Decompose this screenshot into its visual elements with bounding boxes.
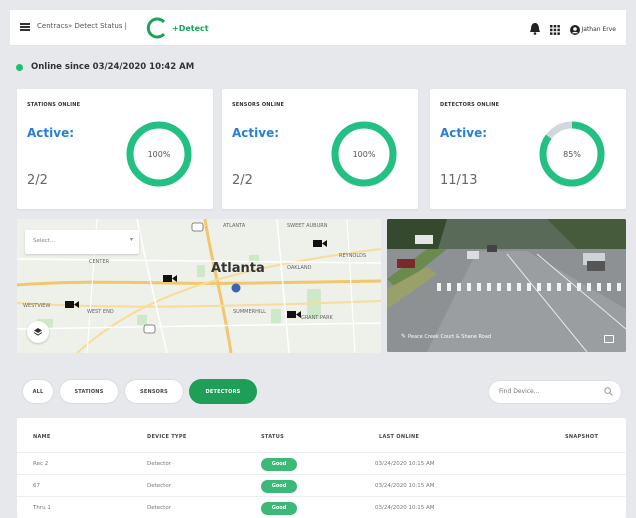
card-title: STATIONS ONLINE (27, 102, 81, 108)
camera-caption: ✎ Peace Creek Court & Shane Road (401, 333, 491, 340)
column-header-name[interactable]: NAME (33, 434, 51, 440)
search-icon[interactable] (604, 387, 613, 396)
online-status: Online since 03/24/2020 10:42 AM (16, 62, 194, 72)
row-name: Thru 1 (33, 505, 51, 511)
column-header-last-online[interactable]: LAST ONLINE (379, 434, 419, 440)
apps-grid-icon[interactable] (549, 20, 560, 39)
row-type: Detector (147, 483, 171, 489)
map-filter-select[interactable]: Select... ▾ (25, 230, 139, 254)
breadcrumb[interactable]: Centracs» Detect Status | (37, 22, 127, 30)
table-row[interactable]: Thru 1 Detector Good 03/24/2020 10:15 AM (17, 496, 626, 518)
layers-icon (33, 328, 43, 336)
camera-icon: ✎ (401, 333, 407, 340)
detectors-online-card: DETECTORS ONLINE Active: 11/13 85% (430, 89, 626, 209)
search-input[interactable] (499, 388, 599, 395)
device-search[interactable] (488, 380, 622, 404)
logo-icon (146, 17, 166, 39)
card-title: SENSORS ONLINE (232, 102, 285, 108)
map-layers-button[interactable] (27, 321, 49, 343)
table-row[interactable]: Rec 2 Detector Good 03/24/2020 10:15 AM (17, 452, 626, 474)
camera-caption-text: Peace Creek Court & Shane Road (408, 333, 492, 340)
map-label: WESTVIEW (23, 303, 51, 309)
map-label: SUMMERHILL (233, 309, 266, 315)
row-name: Rec 2 (33, 461, 49, 467)
app-logo: +Detect (146, 15, 209, 41)
camera-snapshot-icon[interactable] (604, 335, 614, 343)
card-active-label: Active: (232, 126, 280, 140)
donut-percent: 100% (148, 150, 171, 159)
card-count: 11/13 (440, 173, 478, 188)
bell-icon[interactable] (529, 20, 540, 39)
menu-icon[interactable] (20, 23, 30, 31)
map-label: GRANT PARK (301, 315, 333, 321)
filter-sensors-button[interactable]: SENSORS (124, 379, 184, 404)
camera-marker[interactable] (65, 301, 79, 308)
sensors-donut-chart: 100% (331, 121, 397, 187)
filter-stations-button[interactable]: STATIONS (59, 379, 119, 404)
column-header-snapshot[interactable]: SNAPSHOT (565, 434, 598, 440)
map-label: SWEET AUBURN (287, 223, 328, 229)
online-status-text: Online since 03/24/2020 10:42 AM (31, 62, 195, 72)
row-last-online: 03/24/2020 10:15 AM (375, 505, 435, 511)
status-badge: Good (261, 502, 297, 515)
map-label: CENTER (89, 259, 110, 265)
chevron-down-icon: ▾ (129, 236, 133, 243)
logo-text: +Detect (172, 23, 209, 33)
device-table: NAME DEVICE TYPE STATUS LAST ONLINE SNAP… (17, 418, 626, 518)
camera-snapshot[interactable]: ✎ Peace Creek Court & Shane Road (387, 219, 626, 352)
row-last-online: 03/24/2020 10:15 AM (375, 483, 435, 489)
select-placeholder: Select... (33, 238, 56, 244)
donut-percent: 100% (353, 150, 376, 159)
map-label: OAKLAND (287, 265, 312, 271)
card-active-label: Active: (27, 126, 75, 140)
stations-donut-chart: 100% (126, 121, 192, 187)
status-badge: Good (261, 458, 297, 471)
donut-percent: 85% (563, 150, 581, 159)
map-city-label: Atlanta (211, 261, 265, 276)
column-header-status[interactable]: STATUS (261, 434, 284, 440)
row-name: 67 (33, 483, 40, 489)
table-header: NAME DEVICE TYPE STATUS LAST ONLINE SNAP… (17, 426, 626, 448)
card-count: 2/2 (27, 173, 48, 188)
user-menu[interactable]: Jathan Erve (569, 24, 617, 35)
detectors-donut-chart: 85% (539, 121, 605, 187)
device-filter-tabs: ALL STATIONS SENSORS DETECTORS (22, 379, 257, 404)
card-title: DETECTORS ONLINE (440, 102, 500, 108)
table-row[interactable]: 67 Detector Good 03/24/2020 10:15 AM (17, 474, 626, 496)
filter-detectors-button[interactable]: DETECTORS (189, 379, 257, 404)
user-name: Jathan Erve (581, 26, 617, 33)
card-count: 2/2 (232, 173, 253, 188)
row-last-online: 03/24/2020 10:15 AM (375, 461, 435, 467)
status-badge: Good (261, 480, 297, 493)
map-label: WEST END (87, 309, 114, 315)
device-map[interactable]: CENTER ATLANTA SWEET AUBURN REYNOLDS OAK… (17, 219, 381, 353)
camera-marker[interactable] (287, 311, 301, 318)
top-bar: Centracs» Detect Status | +Detect Jathan… (10, 10, 626, 46)
user-icon (569, 24, 580, 35)
filter-all-button[interactable]: ALL (22, 379, 54, 404)
camera-marker[interactable] (313, 240, 327, 247)
row-type: Detector (147, 505, 171, 511)
sensors-online-card: SENSORS ONLINE Active: 2/2 100% (222, 89, 418, 209)
map-label: ATLANTA (223, 223, 246, 229)
camera-marker[interactable] (163, 275, 177, 282)
row-type: Detector (147, 461, 171, 467)
card-active-label: Active: (440, 126, 488, 140)
column-header-device-type[interactable]: DEVICE TYPE (147, 434, 187, 440)
map-label: REYNOLDS (339, 253, 367, 259)
status-dot-icon (16, 63, 23, 71)
stations-online-card: STATIONS ONLINE Active: 2/2 100% (17, 89, 213, 209)
